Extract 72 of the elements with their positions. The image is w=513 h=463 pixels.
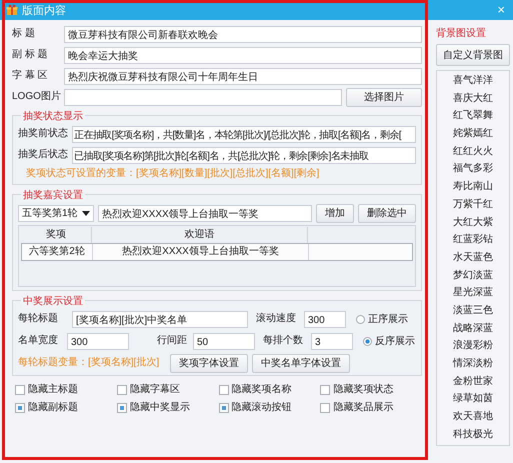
- field-label: LOGO图片: [12, 90, 60, 104]
- text-field[interactable]: 300: [67, 332, 129, 350]
- gift-icon: [6, 4, 18, 16]
- hint-text: 每轮标题变量：[奖项名称][批次]: [18, 356, 160, 370]
- text-field[interactable]: 300: [304, 310, 346, 328]
- list-item[interactable]: 万紫千红: [453, 198, 493, 212]
- field-label: 每排个数: [263, 334, 304, 348]
- text-field[interactable]: 3: [311, 332, 353, 350]
- text-field[interactable]: 已抽取[奖项名称]第[批次]轮[名额]名，共[总批次]轮，剩余[剩余]名未抽取: [72, 146, 416, 164]
- checkbox[interactable]: 隐藏奖项状态: [320, 383, 422, 397]
- list-item[interactable]: 喜庆大红: [453, 92, 493, 106]
- list-item[interactable]: 福气多彩: [453, 162, 493, 176]
- field-label: 副 标 题: [12, 48, 49, 62]
- list-item[interactable]: 淡蓝三色: [453, 304, 493, 318]
- field-label: 名单宽度: [18, 334, 59, 348]
- radio-button[interactable]: 反序展示: [363, 334, 415, 348]
- text-field[interactable]: 热烈庆祝微豆芽科技有限公司十年周年生日: [64, 68, 422, 84]
- field-label: 行间距: [157, 334, 188, 348]
- list-item[interactable]: 红红火火: [453, 144, 493, 159]
- prize-dropdown[interactable]: 五等奖第1轮: [18, 204, 94, 222]
- checkbox[interactable]: 隐藏副标题: [15, 401, 117, 415]
- list-item[interactable]: 喜气洋洋: [453, 74, 493, 88]
- field-label: 标 题: [12, 27, 36, 41]
- field-label: 每轮标题: [18, 312, 59, 326]
- checkbox[interactable]: 隐藏中奖显示: [116, 401, 218, 415]
- checkbox[interactable]: 隐藏奖项名称: [218, 383, 320, 397]
- list-item[interactable]: 寿比南山: [453, 180, 493, 194]
- list-item[interactable]: 战略深蓝: [453, 322, 493, 336]
- field-label: 字 幕 区: [12, 69, 49, 83]
- text-field[interactable]: [64, 88, 342, 106]
- list-item[interactable]: 浪漫彩粉: [453, 339, 493, 354]
- action-button[interactable]: 增加: [316, 204, 354, 222]
- radio-button[interactable]: 正序展示: [356, 312, 408, 326]
- list-item[interactable]: 科技极光: [453, 428, 493, 442]
- text-field[interactable]: 正在抽取[奖项名称]，共[数量]名，本轮第[批次]/[总批次]轮，抽取[名额]名，剩余[: [72, 126, 416, 142]
- custom-background-button[interactable]: 自定义背景图: [436, 44, 510, 66]
- hint-text: 奖项状态可设置的变量：[奖项名称][数量][批次][总批次][名额][剩余]: [25, 167, 320, 181]
- list-item[interactable]: 姹紫嫣红: [453, 127, 493, 142]
- text-field[interactable]: 晚会幸运大抽奖: [64, 46, 422, 64]
- action-button[interactable]: 删除选中: [358, 204, 416, 222]
- checkbox[interactable]: 隐藏奖品展示: [320, 401, 422, 415]
- list-item[interactable]: 绿草如茵: [453, 392, 493, 406]
- list-item[interactable]: 欢天喜地: [453, 410, 493, 424]
- list-item[interactable]: 红蓝彩钻: [453, 233, 493, 248]
- table-cell: 热烈欢迎XXXX领导上台抽取一等奖: [93, 244, 309, 260]
- font-settings-button[interactable]: 中奖名单字体设置: [252, 354, 350, 372]
- text-field[interactable]: 50: [193, 332, 255, 350]
- checkbox[interactable]: 隐藏主标题: [15, 383, 117, 397]
- choose-image-button[interactable]: 选择图片: [346, 88, 422, 106]
- font-settings-button[interactable]: 奖项字体设置: [170, 354, 248, 372]
- list-item[interactable]: 梦幻淡蓝: [453, 268, 493, 283]
- field-label: 抽奖前状态: [18, 127, 68, 141]
- list-item[interactable]: 情深淡粉: [453, 357, 493, 371]
- list-item[interactable]: 水天蓝色: [453, 250, 493, 265]
- checkbox[interactable]: 隐藏字幕区: [116, 383, 218, 397]
- list-item[interactable]: 红飞翠舞: [453, 109, 493, 124]
- list-item[interactable]: 大红大紫: [453, 216, 493, 230]
- text-field[interactable]: 微豆芽科技有限公司新春联欢晚会: [64, 26, 422, 42]
- group-title: 抽奖嘉宾设置: [21, 188, 85, 202]
- window-title: 版面内容: [22, 4, 66, 18]
- text-field[interactable]: 热烈欢迎XXXX领导上台抽取一等奖: [98, 204, 312, 222]
- group-title: 抽奖状态显示: [21, 109, 85, 123]
- checkbox[interactable]: 隐藏滚动按钮: [218, 401, 320, 415]
- list-item[interactable]: 金粉世家: [453, 374, 493, 389]
- field-label: 滚动速度: [256, 312, 297, 326]
- table-cell: 六等奖第2轮: [22, 244, 93, 260]
- list-item[interactable]: 星光深蓝: [453, 286, 493, 300]
- group-title: 背景图设置: [436, 26, 487, 40]
- group-title: 中奖展示设置: [21, 294, 85, 308]
- text-field[interactable]: [奖项名称][批次]中奖名单: [72, 310, 248, 328]
- field-label: 抽奖后状态: [18, 148, 68, 162]
- dropdown-arrow-icon: [82, 210, 90, 216]
